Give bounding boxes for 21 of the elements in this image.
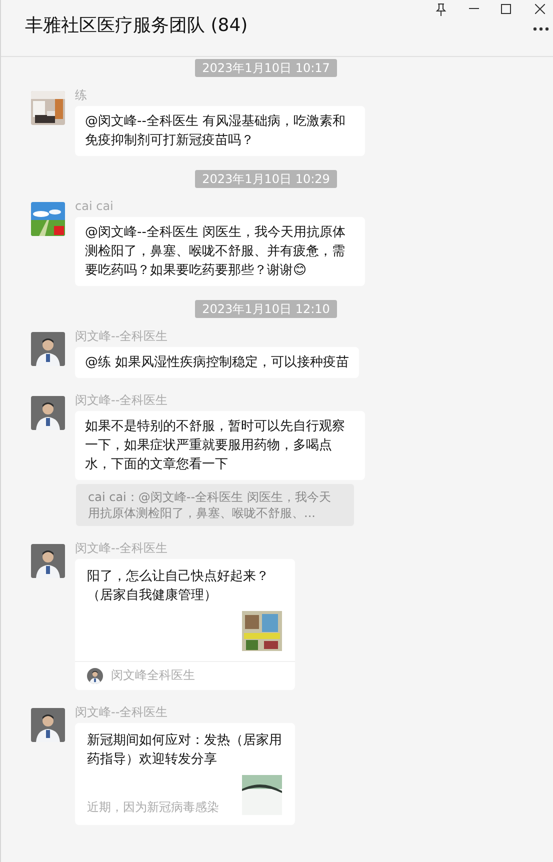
article-title: 阳了，怎么让自己快点好起来？（居家自我健康管理）	[86, 568, 270, 605]
message-bubble: @练 如果风湿性疾病控制稳定，可以接种疫苗	[75, 347, 360, 378]
message-bubble: 如果不是特别的不舒服，暂时可以先自行观察一下，如果症状严重就要服用药物，多喝点水，下面的文章您看一下	[75, 411, 365, 480]
more-icon[interactable]	[533, 27, 549, 31]
sender-name: 闵文峰--全科医生	[75, 392, 168, 408]
timestamp: 2023年1月10日 10:17	[195, 59, 337, 77]
window-title: 丰雅社区医疗服务团队 (84)	[25, 14, 248, 37]
article-card[interactable]: 阳了，怎么让自己快点好起来？（居家自我健康管理） 闵文峰全科医生	[75, 559, 295, 690]
sender-name: 闵文峰--全科医生	[75, 328, 168, 344]
sender-name: cai cai	[75, 198, 114, 214]
source-name: 闵文峰全科医生	[111, 667, 195, 684]
sender-name: 闵文峰--全科医生	[75, 704, 168, 720]
sender-name: 闵文峰--全科医生	[75, 540, 168, 556]
article-card[interactable]: 新冠期间如何应对：发热（居家用药指导）欢迎转发分享 近期，因为新冠病毒感染	[75, 723, 295, 825]
article-title: 新冠期间如何应对：发热（居家用药指导）欢迎转发分享	[86, 732, 283, 769]
timestamp: 2023年1月10日 10:29	[195, 170, 337, 188]
sender-name: 练	[75, 87, 87, 103]
article-summary: 近期，因为新冠病毒感染	[87, 799, 219, 815]
timestamp: 2023年1月10日 12:10	[195, 300, 337, 318]
message-bubble: @闵文峰--全科医生 闵医生，我今天用抗原体测检阳了，鼻塞、喉咙不舒服、并有疲惫，需要吃药吗？如果要吃药要那些？谢谢😊	[75, 217, 365, 286]
message-bubble: @闵文峰--全科医生 有风湿基础病，吃激素和免疫抑制剂可打新冠疫苗吗？	[75, 106, 365, 156]
